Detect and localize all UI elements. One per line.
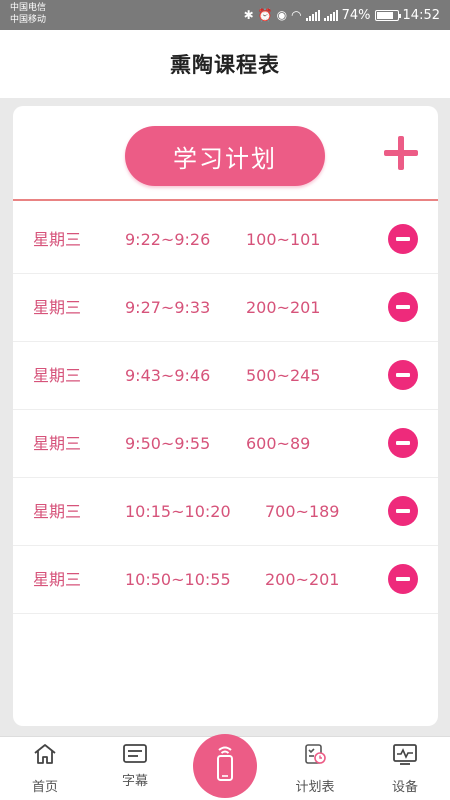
nav-device[interactable]: 设备 (365, 737, 445, 800)
bluetooth-icon: ✱ (243, 8, 254, 22)
remote-control-button[interactable] (193, 734, 257, 798)
status-bar: 中国电信 中国移动 ✱ ⏰ ◉ ◠ 74% 14:52 (0, 0, 450, 30)
row-day: 星期三 (33, 366, 82, 385)
battery-level (376, 11, 393, 19)
page-title: 熏陶课程表 (170, 53, 280, 77)
carrier-1: 中国电信 (10, 3, 47, 13)
row-range: 100~101 (246, 230, 321, 249)
schedule-row: 星期三 9:27~9:33 200~201 (13, 274, 438, 342)
row-day: 星期三 (33, 502, 82, 521)
schedule-row: 星期三 10:50~10:55 200~201 (13, 546, 438, 614)
row-range: 500~245 (246, 366, 321, 385)
nav-home[interactable]: 首页 (5, 737, 85, 800)
row-time: 9:27~9:33 (125, 298, 211, 317)
battery-percent: 74% (341, 7, 371, 23)
row-day: 星期三 (33, 434, 82, 453)
row-range: 700~189 (265, 502, 340, 521)
nav-schedule[interactable]: 计划表 (275, 737, 355, 800)
alarm-icon: ⏰ (257, 8, 273, 22)
nav-subtitle-label: 字幕 (121, 774, 148, 789)
row-range: 600~89 (246, 434, 311, 453)
remove-row-button[interactable] (388, 564, 418, 594)
row-time: 10:15~10:20 (125, 502, 231, 521)
status-icons: ✱ ⏰ ◉ ◠ 74% 14:52 (244, 0, 440, 30)
row-time: 10:50~10:55 (125, 570, 231, 589)
subtitle-icon (122, 742, 148, 766)
device-monitor-icon (392, 742, 418, 766)
remove-row-button[interactable] (388, 224, 418, 254)
card-divider (13, 199, 438, 201)
add-plan-button[interactable] (384, 136, 418, 170)
phone-remote-icon (217, 746, 233, 781)
schedule-list: 星期三 9:22~9:26 100~101 星期三 9:27~9:33 200~… (13, 206, 438, 614)
remove-row-button[interactable] (388, 428, 418, 458)
nav-schedule-label: 计划表 (295, 780, 335, 795)
schedule-row: 星期三 9:43~9:46 500~245 (13, 342, 438, 410)
app-header: 熏陶课程表 (0, 30, 450, 98)
row-time: 9:50~9:55 (125, 434, 211, 453)
row-day: 星期三 (33, 570, 82, 589)
calendar-clock-icon (302, 742, 328, 766)
schedule-card: 学习计划 星期三 9:22~9:26 100~101 星期三 9:27~9:33… (13, 106, 438, 726)
schedule-row: 星期三 9:22~9:26 100~101 (13, 206, 438, 274)
carrier-2: 中国移动 (10, 15, 47, 25)
row-range: 200~201 (246, 298, 321, 317)
nav-device-label: 设备 (391, 780, 418, 795)
remove-row-button[interactable] (388, 496, 418, 526)
row-range: 200~201 (265, 570, 340, 589)
carrier-info: 中国电信 中国移动 (10, 2, 46, 26)
schedule-row: 星期三 9:50~9:55 600~89 (13, 410, 438, 478)
row-time: 9:43~9:46 (125, 366, 211, 385)
row-day: 星期三 (33, 230, 82, 249)
nav-subtitle[interactable]: 字幕 (95, 737, 175, 800)
signal-2g-icon (323, 9, 338, 21)
remove-row-button[interactable] (388, 292, 418, 322)
eye-icon: ◉ (276, 8, 288, 22)
battery-icon (374, 9, 401, 21)
home-icon (32, 742, 58, 766)
study-plan-button[interactable]: 学习计划 (125, 126, 325, 186)
remove-row-button[interactable] (388, 360, 418, 390)
schedule-row: 星期三 10:15~10:20 700~189 (13, 478, 438, 546)
signal-4g-icon (305, 9, 320, 21)
nav-home-label: 首页 (31, 780, 58, 795)
row-time: 9:22~9:26 (125, 230, 211, 249)
wifi-icon: ◠ (291, 8, 302, 22)
app-screen: 中国电信 中国移动 ✱ ⏰ ◉ ◠ 74% 14:52 熏陶课程表 学习计划 星… (0, 0, 450, 800)
row-day: 星期三 (33, 298, 82, 317)
clock: 14:52 (402, 7, 440, 23)
